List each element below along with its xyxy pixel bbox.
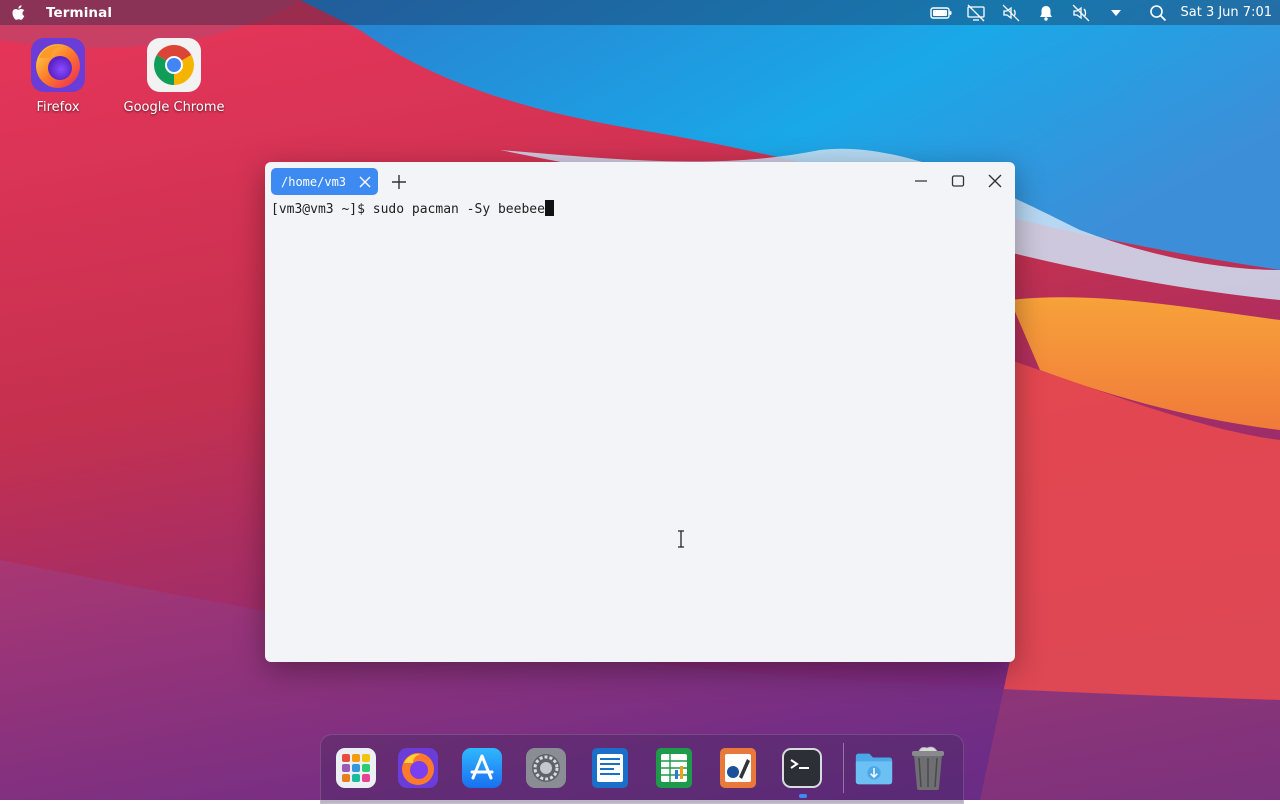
- dock-item-downloads[interactable]: [853, 747, 895, 789]
- mic-muted-icon[interactable]: [1070, 3, 1092, 23]
- command-input[interactable]: sudo pacman -Sy beebee: [373, 202, 545, 217]
- network-off-icon[interactable]: [965, 3, 987, 23]
- minimize-button[interactable]: [912, 172, 930, 190]
- search-icon[interactable]: [1147, 3, 1169, 23]
- volume-muted-icon[interactable]: [1000, 3, 1022, 23]
- desktop-icon-firefox[interactable]: Firefox: [3, 35, 113, 115]
- firefox-icon: [28, 35, 88, 95]
- close-button[interactable]: [986, 172, 1004, 190]
- shell-prompt: [vm3@vm3 ~]$: [271, 202, 373, 217]
- trash-icon: [907, 745, 949, 791]
- terminal-icon: [781, 747, 823, 789]
- tab-home-vm3[interactable]: /home/vm3: [271, 168, 378, 195]
- notification-bell-icon[interactable]: [1035, 3, 1057, 23]
- chrome-icon: [144, 35, 204, 95]
- terminal-running-indicator: [799, 794, 807, 798]
- settings-icon: [525, 747, 567, 789]
- draw-icon: [717, 747, 759, 789]
- new-tab-button[interactable]: [390, 173, 408, 191]
- text-cursor: [545, 200, 554, 216]
- maximize-button[interactable]: [949, 172, 967, 190]
- document-icon: [589, 747, 631, 789]
- tray-menu-arrow-icon[interactable]: [1105, 3, 1127, 23]
- menu-bar: Terminal Sat 3 Jun 7:01: [0, 0, 1280, 25]
- mouse-ibeam-cursor-icon: [676, 530, 686, 548]
- desktop-icon-label: Firefox: [36, 100, 79, 115]
- dock-item-draw[interactable]: [717, 747, 759, 789]
- close-tab-icon[interactable]: [357, 174, 372, 189]
- dock-item-calc[interactable]: [653, 747, 695, 789]
- system-tray: Sat 3 Jun 7:01: [917, 0, 1280, 25]
- desktop-icon-label: Google Chrome: [124, 100, 225, 115]
- desktop-icon-chrome[interactable]: Google Chrome: [119, 35, 229, 115]
- dock-item-launchpad[interactable]: [335, 747, 377, 789]
- dock-item-writer[interactable]: [589, 747, 631, 789]
- terminal-output[interactable]: [vm3@vm3 ~]$ sudo pacman -Sy beebee: [271, 200, 1009, 656]
- apple-menu-icon[interactable]: [10, 3, 28, 23]
- dock-item-app-store[interactable]: [461, 747, 503, 789]
- terminal-titlebar[interactable]: /home/vm3: [265, 162, 1015, 200]
- dock-item-firefox[interactable]: [397, 747, 439, 789]
- dock-item-settings[interactable]: [525, 747, 567, 789]
- spreadsheet-icon: [653, 747, 695, 789]
- active-app-name[interactable]: Terminal: [46, 5, 112, 21]
- app-store-icon: [461, 747, 503, 789]
- terminal-window[interactable]: /home/vm3 [vm3@vm3 ~]$ sudo pacman -Sy b…: [265, 162, 1015, 662]
- clock[interactable]: Sat 3 Jun 7:01: [1181, 5, 1273, 20]
- dock: [320, 734, 964, 804]
- dock-item-trash[interactable]: [907, 747, 949, 789]
- dock-separator: [843, 743, 844, 793]
- firefox-icon: [397, 747, 439, 789]
- downloads-folder-icon: [853, 747, 895, 789]
- battery-icon[interactable]: [930, 3, 952, 23]
- app-grid-icon: [335, 747, 377, 789]
- tab-label: /home/vm3: [281, 175, 346, 189]
- dock-item-terminal[interactable]: [781, 747, 823, 789]
